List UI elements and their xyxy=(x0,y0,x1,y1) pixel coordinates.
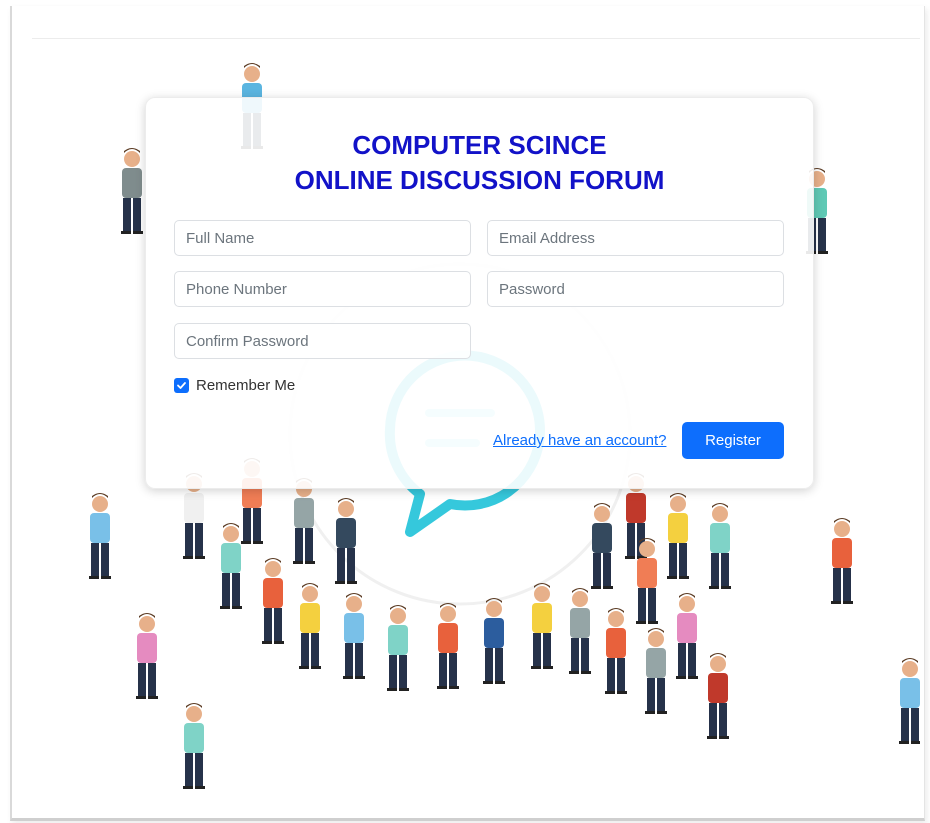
phone-input[interactable] xyxy=(174,271,471,307)
password-input[interactable] xyxy=(487,271,784,307)
remember-label: Remember Me xyxy=(196,377,296,394)
full-name-input[interactable] xyxy=(174,220,471,256)
page-title: COMPUTER SCINCE ONLINE DISCUSSION FORUM xyxy=(146,128,813,198)
email-input[interactable] xyxy=(487,220,784,256)
register-button[interactable]: Register xyxy=(682,422,784,459)
registration-card: COMPUTER SCINCE ONLINE DISCUSSION FORUM … xyxy=(145,97,814,489)
title-line-2: ONLINE DISCUSSION FORUM xyxy=(294,165,665,195)
remember-checkbox[interactable] xyxy=(174,378,189,393)
title-line-1: COMPUTER SCINCE xyxy=(352,130,607,160)
confirm-password-input[interactable] xyxy=(174,323,471,359)
remember-me: Remember Me xyxy=(174,377,295,394)
check-icon xyxy=(177,382,186,389)
login-link[interactable]: Already have an account? xyxy=(493,432,666,449)
